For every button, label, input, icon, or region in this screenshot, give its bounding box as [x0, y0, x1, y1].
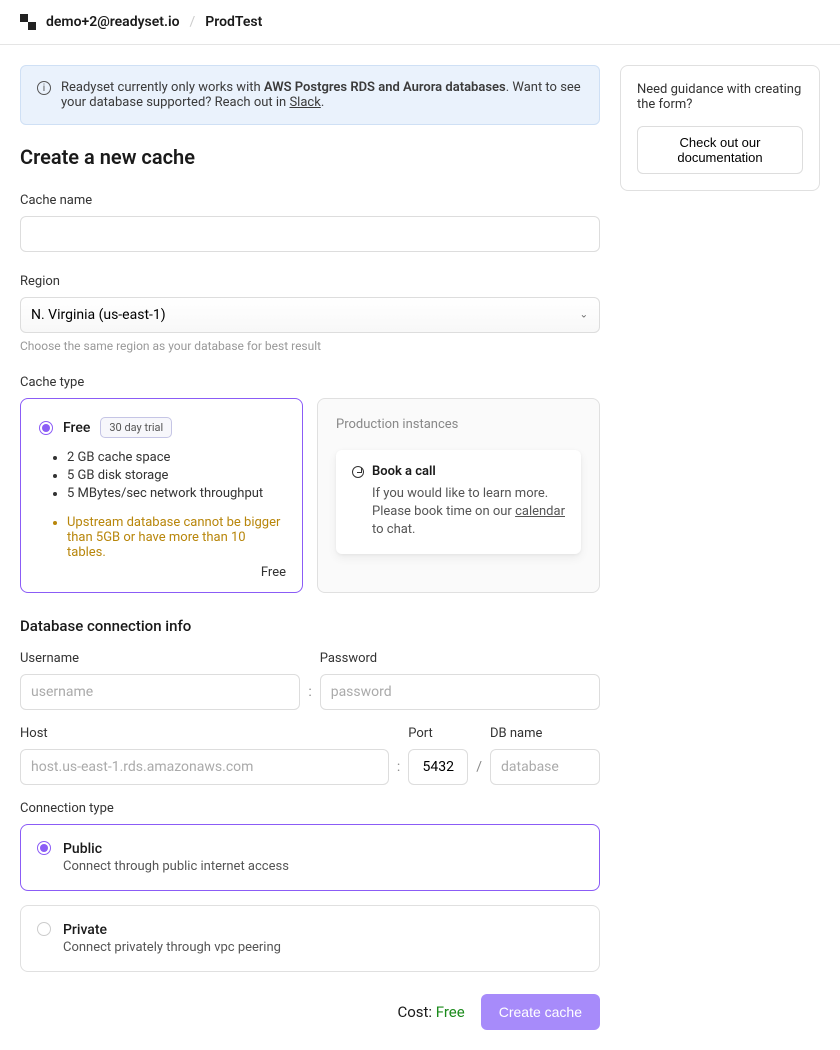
region-hint: Choose the same region as your database …: [20, 339, 600, 353]
cost-value: Free: [436, 1003, 465, 1021]
banner-text-prefix: Readyset currently only works with: [61, 80, 264, 95]
conn-type-private[interactable]: Private Connect privately through vpc pe…: [20, 905, 600, 972]
slack-link[interactable]: Slack: [289, 95, 320, 110]
free-price: Free: [261, 565, 286, 580]
cache-name-input[interactable]: [20, 216, 600, 252]
sep-colon-2: :: [397, 759, 400, 785]
dbname-input[interactable]: [490, 749, 600, 785]
region-label: Region: [20, 274, 600, 289]
free-warning: Upstream database cannot be bigger than …: [39, 515, 284, 560]
cache-type-free-card[interactable]: Free 30 day trial 2 GB cache space 5 GB …: [20, 398, 303, 593]
conn-type-label: Connection type: [20, 801, 600, 816]
breadcrumb-project[interactable]: ProdTest: [205, 14, 262, 30]
breadcrumb-user[interactable]: demo+2@readyset.io: [46, 14, 180, 30]
cache-name-label: Cache name: [20, 193, 600, 208]
port-label: Port: [408, 726, 468, 741]
info-banner: i Readyset currently only works with AWS…: [20, 65, 600, 125]
public-title: Public: [63, 841, 289, 857]
help-box: Need guidance with creating the form? Ch…: [620, 65, 820, 191]
clock-icon: [352, 466, 364, 478]
breadcrumb-separator: /: [190, 14, 196, 30]
cost-label: Cost: Free: [397, 1003, 464, 1021]
dbname-label: DB name: [490, 726, 600, 741]
logo-icon: [20, 14, 36, 30]
db-connection-heading: Database connection info: [20, 617, 600, 635]
prod-heading: Production instances: [336, 417, 581, 432]
header-bar: demo+2@readyset.io / ProdTest: [0, 0, 840, 45]
cache-type-prod-card: Production instances Book a call If you …: [317, 398, 600, 593]
banner-text-suffix: .: [321, 95, 324, 110]
port-input[interactable]: [408, 749, 468, 785]
username-label: Username: [20, 651, 300, 666]
password-input[interactable]: [320, 674, 600, 710]
host-input[interactable]: [20, 749, 389, 785]
radio-icon: [37, 841, 51, 855]
radio-icon: [39, 421, 53, 435]
help-text: Need guidance with creating the form?: [637, 82, 803, 112]
sep-colon: :: [308, 684, 311, 710]
username-input[interactable]: [20, 674, 300, 710]
book-call-card: Book a call If you would like to learn m…: [336, 450, 581, 554]
host-label: Host: [20, 726, 389, 741]
radio-icon: [37, 922, 51, 936]
conn-type-public[interactable]: Public Connect through public internet a…: [20, 824, 600, 891]
sep-slash: /: [476, 759, 482, 785]
banner-text-bold: AWS Postgres RDS and Aurora databases: [264, 80, 506, 95]
public-sub: Connect through public internet access: [63, 859, 289, 874]
documentation-button[interactable]: Check out our documentation: [637, 126, 803, 174]
free-features-list: 2 GB cache space 5 GB disk storage 5 MBy…: [39, 450, 284, 501]
private-sub: Connect privately through vpc peering: [63, 940, 281, 955]
password-label: Password: [320, 651, 600, 666]
cache-type-label: Cache type: [20, 375, 600, 390]
info-icon: i: [37, 81, 51, 95]
private-title: Private: [63, 922, 281, 938]
book-call-title: Book a call: [372, 464, 436, 479]
free-trial-badge: 30 day trial: [100, 417, 172, 438]
create-cache-button[interactable]: Create cache: [481, 994, 600, 1030]
free-card-title: Free: [63, 420, 90, 436]
page-title: Create a new cache: [20, 145, 600, 169]
calendar-link[interactable]: calendar: [515, 504, 565, 519]
region-select[interactable]: N. Virginia (us-east-1): [20, 297, 600, 333]
